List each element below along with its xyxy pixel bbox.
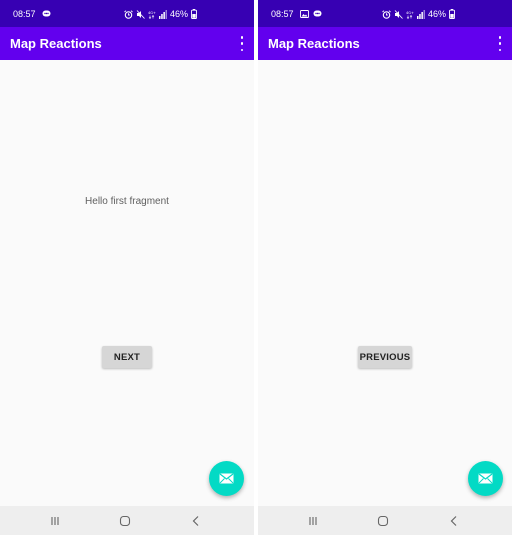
app-title: Map Reactions — [268, 36, 360, 51]
recents-icon — [51, 516, 59, 525]
svg-text:4G+: 4G+ — [148, 11, 156, 15]
home-icon — [119, 515, 131, 526]
alarm-icon — [124, 9, 133, 19]
battery-icon — [449, 9, 455, 19]
mail-icon — [219, 473, 234, 484]
screenshot-root: 08:57 4G+ 46% Map Reactions Hello first … — [0, 0, 512, 535]
signal-icon — [417, 9, 425, 19]
status-bar: 08:57 4G+ 46% — [0, 0, 254, 27]
overflow-menu-icon[interactable] — [238, 36, 246, 51]
status-time: 08:57 — [13, 9, 36, 19]
right-screen: 08:57 4G+ 46% Map Reactions PREVIOUS — [258, 0, 512, 535]
status-bar: 08:57 4G+ 46% — [258, 0, 512, 27]
recents-button[interactable] — [304, 512, 322, 529]
back-button[interactable] — [187, 512, 205, 529]
home-button[interactable] — [116, 512, 134, 529]
app-title: Map Reactions — [10, 36, 102, 51]
chat-bubble-icon — [42, 10, 51, 17]
home-icon — [377, 515, 389, 526]
home-button[interactable] — [374, 512, 392, 529]
gallery-icon — [300, 10, 309, 18]
data-4g-icon: 4G+ — [406, 11, 414, 19]
status-time: 08:57 — [271, 9, 294, 19]
email-fab-button[interactable] — [468, 461, 503, 496]
overflow-menu-icon[interactable] — [496, 36, 504, 51]
signal-icon — [159, 9, 167, 19]
recents-icon — [309, 516, 317, 525]
fragment-content: Hello first fragment NEXT — [0, 60, 254, 506]
app-bar: Map Reactions — [258, 27, 512, 60]
back-icon — [450, 515, 457, 526]
status-notification-icons — [42, 9, 51, 19]
fragment-content: PREVIOUS — [258, 60, 512, 506]
fragment-message: Hello first fragment — [85, 196, 169, 207]
back-icon — [192, 515, 199, 526]
data-4g-icon: 4G+ — [148, 11, 156, 19]
status-notification-icons — [300, 9, 322, 19]
previous-button[interactable]: PREVIOUS — [358, 346, 412, 368]
back-button[interactable] — [445, 512, 463, 529]
battery-percentage: 46% — [170, 9, 189, 19]
status-system-icons: 4G+ 46% — [382, 9, 455, 19]
mute-icon — [394, 9, 403, 19]
recents-button[interactable] — [46, 512, 64, 529]
email-fab-button[interactable] — [209, 461, 244, 496]
chat-bubble-icon — [313, 10, 322, 17]
system-nav-bar — [0, 506, 254, 535]
alarm-icon — [382, 9, 391, 19]
battery-percentage: 46% — [428, 9, 447, 19]
status-system-icons: 4G+ 46% — [124, 9, 197, 19]
mute-icon — [136, 9, 145, 19]
app-bar: Map Reactions — [0, 27, 254, 60]
left-screen: 08:57 4G+ 46% Map Reactions Hello first … — [0, 0, 254, 535]
system-nav-bar — [258, 506, 512, 535]
next-button[interactable]: NEXT — [102, 346, 152, 368]
svg-text:4G+: 4G+ — [406, 11, 414, 15]
mail-icon — [478, 473, 493, 484]
battery-icon — [191, 9, 197, 19]
